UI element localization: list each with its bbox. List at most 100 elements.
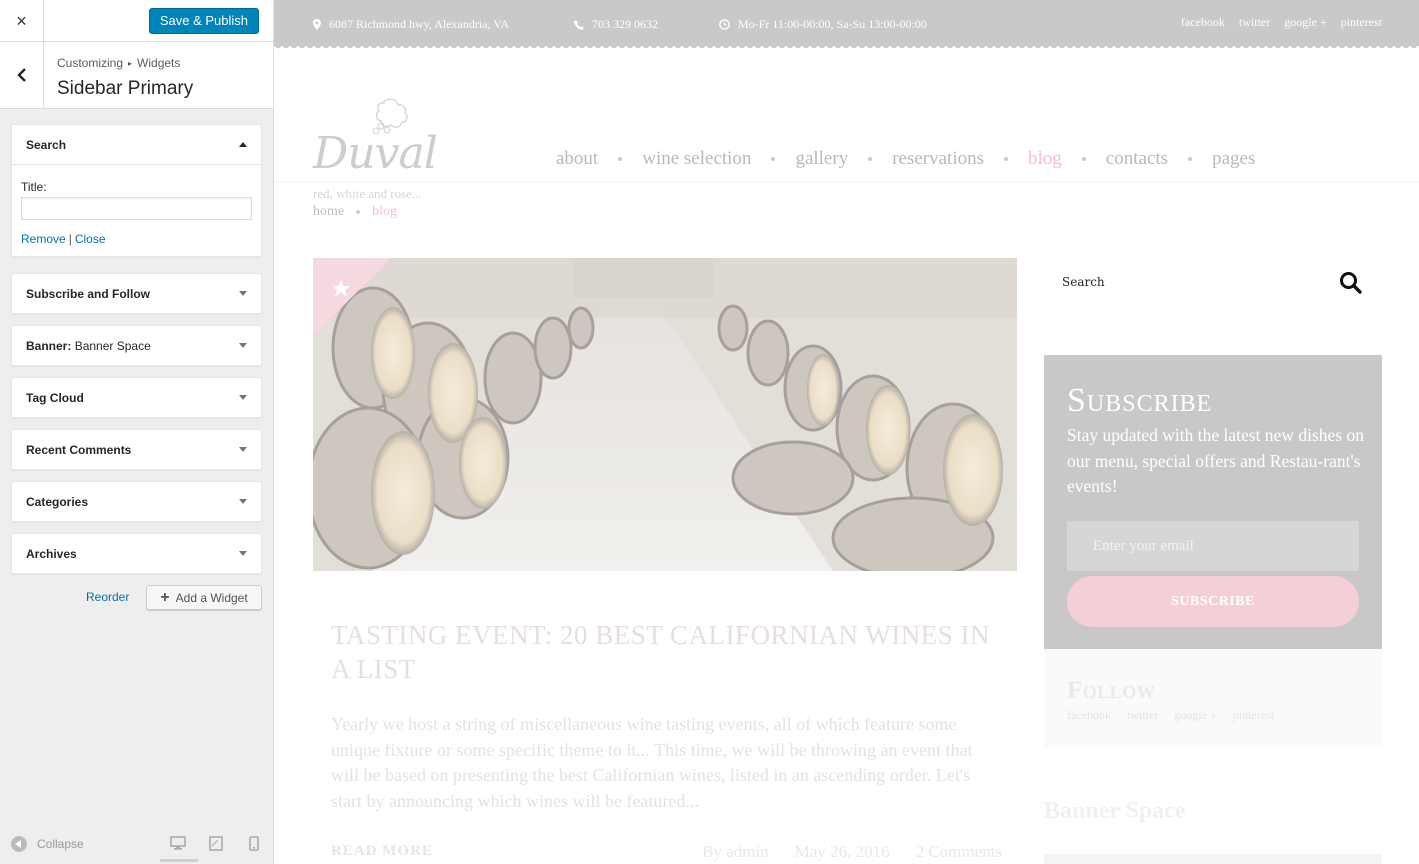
caret-up-icon (239, 142, 247, 147)
hours: Mo-Fr 11:00-00:00, Sa-Su 13:00-00:00 (719, 17, 927, 32)
widget-header[interactable]: Search (12, 125, 261, 164)
nav-wine-selection[interactable]: wine selection (642, 148, 751, 170)
desktop-icon[interactable] (170, 836, 186, 851)
twitter-link[interactable]: twitter (1239, 15, 1270, 30)
phone-text: 703 329 0632 (592, 17, 658, 31)
site-header: Duval red, white and rose... about wine … (274, 46, 1419, 201)
nav-gallery[interactable]: gallery (795, 148, 848, 170)
widget-archives[interactable]: Archives (11, 533, 262, 574)
collapse-button[interactable]: Collapse (11, 836, 84, 852)
customizer-header: × Save & Publish (0, 0, 273, 42)
post-author[interactable]: By admin (702, 842, 769, 862)
post-excerpt: Yearly we host a string of miscellaneous… (331, 714, 973, 811)
subscribe-widget: Subscribe Stay updated with the latest n… (1044, 355, 1382, 649)
widget-banner[interactable]: Banner: Banner Space (11, 325, 262, 366)
nav-contacts[interactable]: contacts (1106, 148, 1168, 170)
follow-facebook-link[interactable]: facebook (1067, 708, 1111, 723)
widget-header[interactable]: Subscribe and Follow (12, 274, 261, 313)
nav-blog[interactable]: blog (1028, 148, 1062, 170)
widget-header[interactable]: Tag Cloud (12, 378, 261, 417)
widget-header[interactable]: Archives (12, 534, 261, 573)
logo-tagline: red, white and rose... (313, 186, 422, 201)
widget-title: Archives (26, 546, 77, 561)
widget-title: Banner: Banner Space (26, 339, 151, 353)
caret-down-icon (239, 343, 247, 348)
google-plus-link[interactable]: google + (1284, 15, 1326, 30)
post-comments[interactable]: 2 Comments (916, 842, 1002, 862)
caret-down-icon (239, 551, 247, 556)
widget-search: Search Title: Remove | Close (11, 124, 262, 257)
nav-separator (771, 157, 776, 161)
close-link[interactable]: Close (75, 232, 106, 246)
collapse-icon (11, 836, 27, 852)
subscribe-title: Subscribe (1067, 382, 1213, 419)
widget-recent-comments[interactable]: Recent Comments (11, 429, 262, 470)
caret-down-icon (239, 499, 247, 504)
widget-form: Title: Remove | Close (12, 164, 261, 256)
facebook-link[interactable]: facebook (1181, 15, 1225, 30)
widget-title: Recent Comments (26, 442, 132, 457)
widget-subscribe-follow[interactable]: Subscribe and Follow (11, 273, 262, 314)
sidebar-search-input[interactable]: Search (1062, 275, 1105, 289)
banner-image[interactable] (1044, 854, 1382, 864)
close-customizer-button[interactable]: × (0, 0, 44, 42)
save-publish-button[interactable]: Save & Publish (148, 8, 259, 34)
widget-categories[interactable]: Categories (11, 481, 262, 522)
title-field[interactable] (21, 197, 252, 220)
chevron-left-icon (16, 68, 26, 82)
follow-twitter-link[interactable]: twitter (1127, 708, 1158, 723)
post-date: May 26, 2016 (794, 842, 890, 861)
widget-title: Categories (26, 494, 89, 509)
add-widget-button[interactable]: + Add a Widget (146, 585, 262, 610)
follow-widget: Follow facebook twitter google + pintere… (1044, 649, 1382, 747)
back-button[interactable] (0, 42, 44, 108)
email-field[interactable]: Enter your email (1067, 521, 1359, 571)
widget-title-type: Banner: (26, 338, 72, 353)
search-icon[interactable] (1339, 271, 1362, 294)
site-preview: 6087 Richmond hwy, Alexandria, VA 703 32… (274, 0, 1419, 864)
title-field-label: Title: (21, 180, 47, 194)
breadcrumb-home[interactable]: home (313, 204, 344, 220)
widget-title: Search (26, 137, 67, 152)
caret-down-icon (239, 291, 247, 296)
customizer-footer: Collapse (0, 824, 273, 864)
breadcrumb-current: Widgets (137, 56, 181, 70)
subscribe-button[interactable]: SUBSCRIBE (1067, 576, 1359, 627)
phone-icon (574, 19, 584, 30)
page-breadcrumb: home blog (313, 204, 397, 220)
top-bar: 6087 Richmond hwy, Alexandria, VA 703 32… (274, 0, 1419, 50)
mobile-icon[interactable] (249, 836, 259, 851)
pinterest-link[interactable]: pinterest (1341, 15, 1382, 30)
address: 6087 Richmond hwy, Alexandria, VA (313, 17, 509, 32)
follow-pinterest-link[interactable]: pinterest (1233, 708, 1274, 723)
widget-header[interactable]: Banner: Banner Space (12, 326, 261, 365)
wine-cellar-image (313, 258, 1017, 571)
main-nav: about wine selection gallery reservation… (556, 148, 1255, 170)
widget-header[interactable]: Recent Comments (12, 430, 261, 469)
tablet-icon[interactable] (209, 836, 223, 851)
nav-separator (868, 157, 873, 161)
breadcrumb-separator (356, 210, 361, 214)
nav-separator (1004, 157, 1009, 161)
nav-separator (618, 157, 623, 161)
banner-widget-title: Banner Space (1044, 798, 1186, 824)
follow-google-plus-link[interactable]: google + (1174, 708, 1216, 723)
remove-link[interactable]: Remove (21, 232, 66, 246)
section-title: Sidebar Primary (57, 78, 194, 99)
reorder-link[interactable]: Reorder (86, 590, 129, 604)
widget-title: Tag Cloud (26, 390, 84, 405)
post-title[interactable]: TASTING EVENT: 20 BEST CALIFORNIAN WINES… (331, 618, 1011, 686)
widget-header[interactable]: Categories (12, 482, 261, 521)
widget-tag-cloud[interactable]: Tag Cloud (11, 377, 262, 418)
nav-separator (1188, 157, 1193, 161)
phone: 703 329 0632 (574, 17, 658, 32)
nav-pages[interactable]: pages (1212, 148, 1255, 170)
nav-reservations[interactable]: reservations (892, 148, 984, 170)
post-featured-image[interactable] (313, 258, 1017, 571)
nav-separator (1081, 157, 1086, 161)
nav-about[interactable]: about (556, 148, 598, 170)
read-more-link[interactable]: READ MORE (331, 843, 433, 860)
breadcrumb: Customizing ▸ Widgets (57, 56, 180, 70)
subscribe-text: Stay updated with the latest new dishes … (1067, 425, 1364, 496)
post-meta: By admin May 26, 2016 2 Comments (702, 842, 1002, 862)
